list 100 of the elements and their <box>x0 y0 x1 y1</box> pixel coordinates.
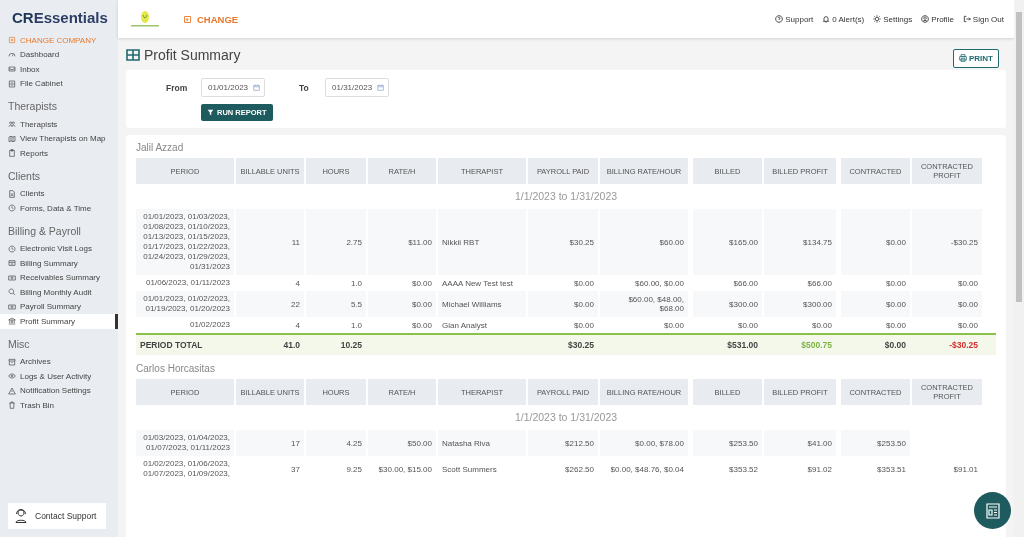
sidebar-item[interactable]: Archives <box>0 354 118 369</box>
sidebar-item[interactable]: Receivables Summary <box>0 270 118 285</box>
therapist-name: Carlos Horcasitas <box>136 363 216 374</box>
tray-icon <box>8 65 16 74</box>
warning-icon <box>8 386 16 395</box>
total-cell: 41.0 <box>283 340 300 350</box>
table-cell: $0.00 <box>912 291 982 317</box>
company-logo <box>128 9 162 29</box>
sidebar-heading: Billing & Payroll <box>8 224 81 237</box>
sidebar-item[interactable]: Billing Monthly Audit <box>0 285 118 300</box>
table-cell: 2.75 <box>306 209 366 275</box>
sidebar-item[interactable]: Forms, Data & Time <box>0 201 118 216</box>
table-cell: $134.75 <box>764 209 836 275</box>
sidebar-item[interactable]: Payroll Summary <box>0 299 118 314</box>
sidebar-item[interactable]: Logs & User Activity <box>0 369 118 384</box>
sign-out-icon <box>962 15 971 23</box>
header-link[interactable]: Support <box>775 14 814 24</box>
table-cell: $0.00 <box>841 291 910 317</box>
print-button[interactable]: PRINT <box>953 48 999 68</box>
table-cell-text: $0.00 <box>884 277 907 290</box>
table-cell: $0.00 <box>368 291 436 317</box>
table-cell: $0.00 <box>841 209 910 275</box>
contact-support-button[interactable]: Contact Support <box>8 503 106 529</box>
total-cell: 10.25 <box>340 340 362 350</box>
table-cell-text: 01/02/2023 <box>188 319 231 331</box>
sidebar-item[interactable]: Notification Settings <box>0 383 118 398</box>
sidebar-item[interactable]: File Cabinet <box>0 76 118 91</box>
header-link[interactable]: Settings <box>873 14 913 24</box>
banknote-icon <box>8 302 16 311</box>
table-icon <box>126 49 140 61</box>
table-cell-text: 01/02/2023, 01/06/2023, 01/07/2023, 01/09/2023, <box>142 458 231 480</box>
table-cell: $253.50 <box>693 430 762 456</box>
table-cell-text: $0.00 <box>572 277 595 290</box>
headset-icon <box>13 508 29 524</box>
table-cell-text: 01/06/2023, 01/11/2023 <box>145 277 231 289</box>
eye-icon <box>8 372 16 381</box>
calendar-icon <box>377 84 385 91</box>
table-cell-text: 4 <box>294 319 301 332</box>
help-icon <box>775 15 784 23</box>
table-cell: 17 <box>236 430 304 456</box>
search-icon <box>8 288 16 297</box>
table-cell-text: $0.00 <box>884 319 907 332</box>
header-link[interactable]: 0 Alert(s) <box>822 14 865 24</box>
sidebar-item[interactable]: Trash Bin <box>0 398 118 413</box>
clock-icon <box>8 244 16 253</box>
table-cell: $212.50 <box>528 430 598 456</box>
clipboard-icon <box>8 149 16 158</box>
table-cell: 11 <box>236 209 304 275</box>
table-cell-text: $0.00 <box>810 319 833 332</box>
table-cell: $60.00, $48.00, $68.00 <box>600 291 688 317</box>
date-range: 1/1/2023 to 1/31/2023 <box>513 189 619 204</box>
therapist-name: Jalil Azzad <box>136 142 185 153</box>
table-cell: $0.00 <box>528 291 598 317</box>
from-label: From <box>166 82 189 93</box>
table-cell-text: $30.00, $15.00 <box>377 463 433 476</box>
sidebar-item[interactable]: Electronic Visit Logs <box>0 241 118 256</box>
scrollbar-thumb[interactable] <box>1016 12 1022 302</box>
table-cell-text: $0.00 <box>736 319 759 332</box>
total-cell: $30.25 <box>568 340 594 350</box>
sidebar-item[interactable]: View Therapists on Map <box>0 131 118 146</box>
table-cell: $300.00 <box>764 291 836 317</box>
document-icon <box>8 189 16 198</box>
to-date-field[interactable]: 01/31/2023 <box>325 78 390 97</box>
table-cell: Natasha Riva <box>438 430 526 456</box>
sidebar-heading: Clients <box>8 169 41 182</box>
trash-icon <box>8 401 16 410</box>
filter-icon <box>207 109 214 116</box>
table-cell-text: 9.25 <box>345 463 363 476</box>
table-cell-text: $262.50 <box>564 463 595 476</box>
table-cell-text: 4 <box>294 277 301 290</box>
banknote-icon <box>8 273 16 282</box>
sidebar-item[interactable]: Dashboard <box>0 47 118 62</box>
header-link[interactable]: Sign Out <box>962 14 1004 24</box>
table-cell: 4.25 <box>306 430 366 456</box>
table-cell: 5.5 <box>306 291 366 317</box>
table-cell: $41.00 <box>764 430 836 456</box>
square-icon <box>8 36 16 45</box>
gauge-icon <box>8 50 16 59</box>
table-cell: Nikkii RBT <box>438 209 526 275</box>
sidebar-item[interactable]: Clients <box>0 186 118 201</box>
table-cell: $50.00 <box>368 430 436 456</box>
table-cell-text: $0.00 <box>662 319 685 332</box>
sidebar-item[interactable]: Reports <box>0 146 118 161</box>
total-cell: -$30.25 <box>949 340 978 350</box>
table-cell: 01/01/2023, 01/02/2023, 01/19/2023, 01/20/2023 <box>136 291 234 317</box>
people-icon <box>8 120 16 129</box>
header-link[interactable]: Profile <box>921 14 954 24</box>
table-cell-text: 1.0 <box>349 319 363 332</box>
from-date-field[interactable]: 01/01/2023 <box>201 78 266 97</box>
user-icon <box>921 15 930 23</box>
sidebar-item[interactable]: Billing Summary <box>0 256 118 271</box>
table-icon <box>8 259 16 268</box>
scrollbar[interactable] <box>1014 0 1024 537</box>
sidebar-item[interactable]: Inbox <box>0 62 118 77</box>
sidebar-item[interactable]: Profit Summary <box>0 314 118 329</box>
table-cell-text: $0.00 <box>410 319 433 332</box>
table-cell: $11.00 <box>368 209 436 275</box>
table-cell-text: $0.00, $48.76, $0.04 <box>609 463 685 476</box>
sidebar-item[interactable]: Therapists <box>0 117 118 132</box>
brand-logo[interactable]: CREssentials <box>12 9 108 31</box>
